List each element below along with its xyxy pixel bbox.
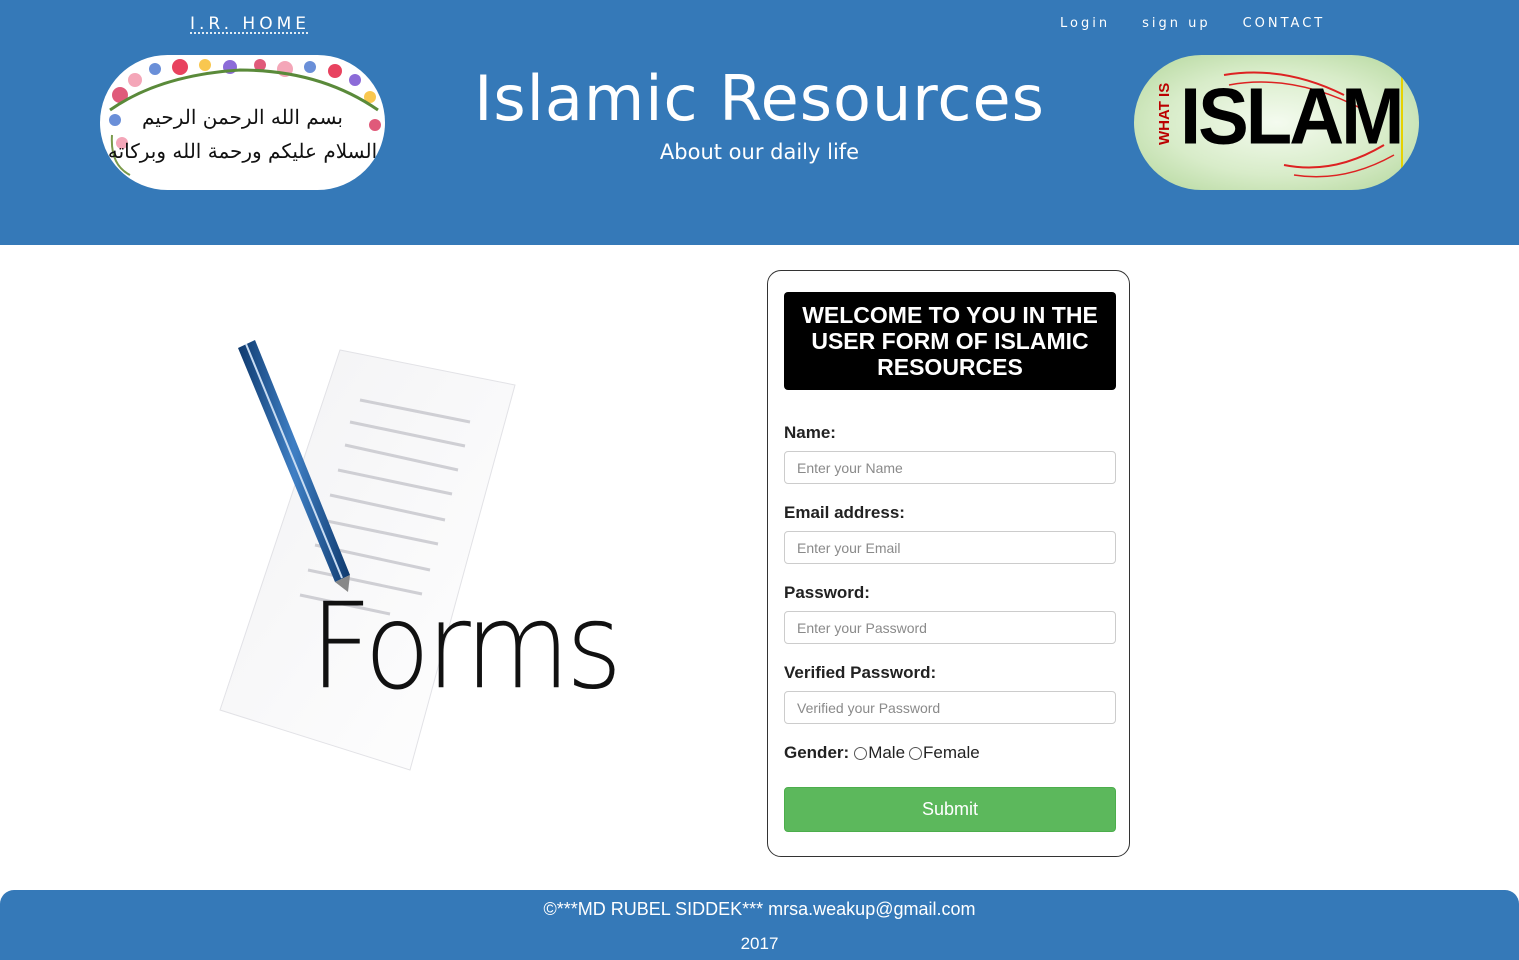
verify-password-label: Verified Password: [784,663,937,682]
gender-female-label: Female [923,743,980,762]
name-label: Name: [784,423,836,442]
submit-button[interactable]: Submit [784,787,1116,832]
what-is-islam-banner: WHAT IS ISLAM [1134,55,1419,190]
email-label: Email address: [784,503,905,522]
forms-illustration: Forms [200,330,622,800]
nav-contact-link[interactable]: CONTACT [1243,16,1326,31]
nav-login-link[interactable]: Login [1060,16,1110,31]
islam-text: ISLAM [1180,71,1404,162]
email-input[interactable] [784,531,1116,564]
site-header: I.R. HOME Login sign up CONTACT بسم الله… [0,0,1519,245]
gender-male-radio[interactable] [854,746,868,760]
site-footer: ©***MD RUBEL SIDDEK*** mrsa.weakup@gmail… [0,890,1519,960]
verify-password-input[interactable] [784,691,1116,724]
gender-label: Gender: [784,743,850,762]
what-is-text: WHAT IS [1156,82,1173,145]
nav-home-link[interactable]: I.R. HOME [190,14,310,34]
nav-signup-link[interactable]: sign up [1142,16,1211,31]
footer-copyright: ©***MD RUBEL SIDDEK*** mrsa.weakup@gmail… [543,899,976,919]
footer-year: 2017 [740,934,779,953]
gender-group: Gender: Male Female [784,743,980,763]
gender-male-label: Male [868,743,906,762]
password-label: Password: [784,583,870,602]
form-title: WELCOME TO YOU IN THE USER FORM OF ISLAM… [784,292,1116,390]
name-input[interactable] [784,451,1116,484]
user-form-card: WELCOME TO YOU IN THE USER FORM OF ISLAM… [767,270,1130,857]
gender-female-radio[interactable] [909,746,923,760]
password-input[interactable] [784,611,1116,644]
forms-caption: Forms [310,578,622,717]
top-nav: Login sign up CONTACT [1060,16,1325,31]
